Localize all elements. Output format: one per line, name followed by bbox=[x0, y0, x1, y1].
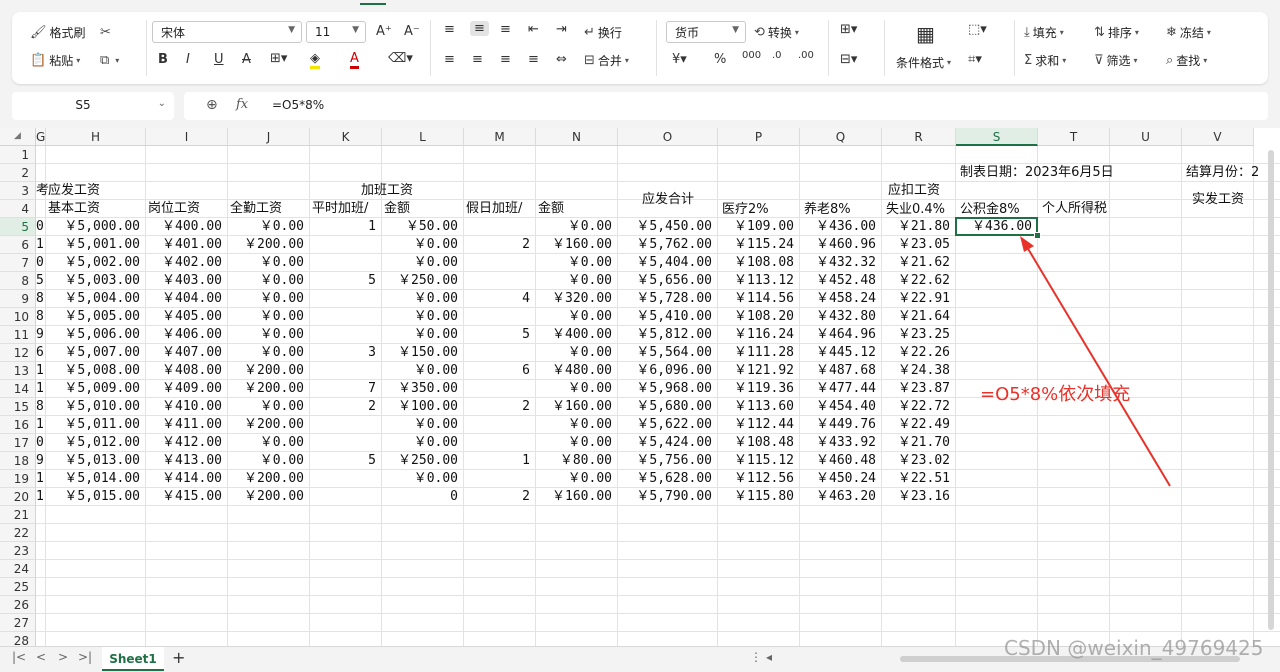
arrow-line bbox=[1023, 241, 1171, 487]
arrow-head bbox=[1020, 236, 1034, 252]
watermark: CSDN @weixin_49769425 bbox=[1004, 636, 1264, 660]
annotation-arrow bbox=[1020, 236, 1171, 487]
